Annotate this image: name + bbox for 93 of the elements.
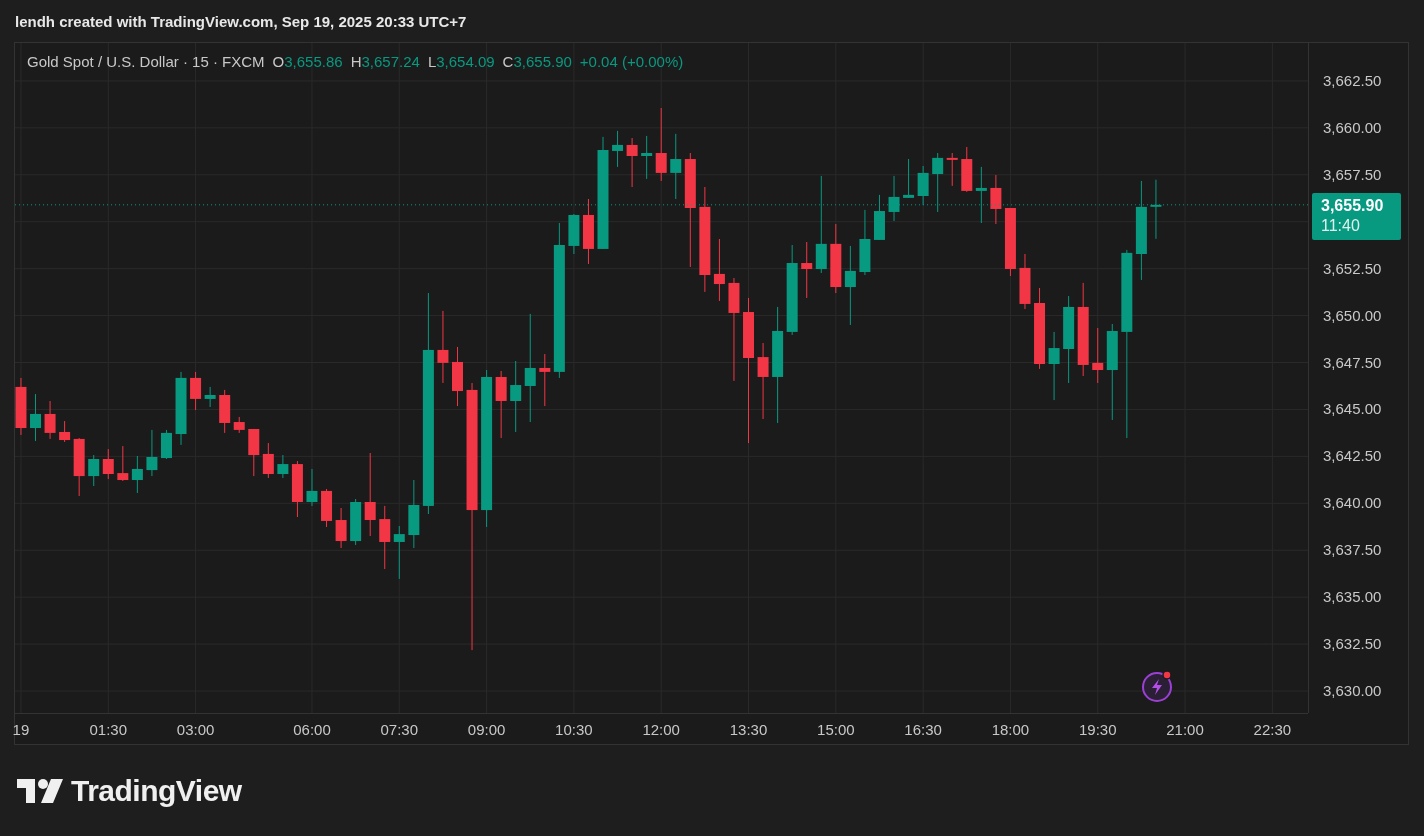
price-axis-label: 3,660.00 <box>1323 118 1382 136</box>
candlestick <box>641 135 653 180</box>
candlestick <box>350 498 362 546</box>
candlestick <box>1150 179 1162 240</box>
time-axis-label: 18:00 <box>991 721 1030 738</box>
attribution-text: lendh created with TradingView.com, Sep 19, 2025 20:33 UTC+7 <box>15 12 467 30</box>
candlestick <box>102 448 114 480</box>
candlestick <box>219 389 231 434</box>
candlestick <box>539 353 551 407</box>
lightning-icon[interactable] <box>1141 669 1175 703</box>
candlestick <box>888 175 900 222</box>
candlestick <box>495 370 507 439</box>
candlestick <box>190 371 202 411</box>
logo-icon <box>17 778 65 803</box>
time-axis-label: 03:00 <box>176 721 215 738</box>
time-axis-label: 10:30 <box>555 721 593 738</box>
price-axis-label: 3,640.00 <box>1323 494 1382 512</box>
candlestick <box>204 386 216 408</box>
candlestick <box>146 429 158 477</box>
candlestick <box>568 213 580 255</box>
price-axis-label: 3,630.00 <box>1323 682 1382 700</box>
time-axis-label: 09:00 <box>467 721 506 738</box>
time-axis-label: 13:30 <box>729 721 768 738</box>
time-axis-label: 06:00 <box>293 721 331 738</box>
time-axis-label: 07:30 <box>380 721 419 738</box>
candlestick <box>1004 207 1016 277</box>
candlestick <box>321 488 333 528</box>
price-axis-label: 3,635.00 <box>1323 588 1382 606</box>
candlestick <box>713 238 725 302</box>
candlestick <box>30 393 41 442</box>
candlestick <box>626 137 638 188</box>
candlestick <box>248 428 260 477</box>
candlestick <box>59 420 71 443</box>
ohlc-value: L3,654.09 <box>427 53 495 70</box>
price-axis-label: 3,632.50 <box>1323 635 1382 653</box>
candlestick <box>975 166 987 224</box>
symbol-title: Gold Spot / U.S. Dollar · 15 · FXCM <box>27 53 265 70</box>
price-change: +0.04 (+0.00%) <box>579 53 684 70</box>
ohlc-value: H3,657.24 <box>350 53 420 70</box>
candlestick <box>1048 331 1060 401</box>
candlestick <box>408 479 420 549</box>
candlestick <box>612 130 624 168</box>
price-axis-label: 3,645.00 <box>1323 400 1382 418</box>
time-axis-label: 22:30 <box>1253 721 1292 738</box>
candlestick <box>277 454 289 479</box>
candlestick <box>379 505 391 570</box>
time-axis-label: 15:00 <box>817 721 855 738</box>
price-axis-label: 3,647.50 <box>1323 353 1382 371</box>
candlestick <box>670 133 682 200</box>
ohlc-value: C3,655.90 <box>502 53 572 70</box>
candlestick <box>990 174 1002 225</box>
candlestick <box>946 152 958 187</box>
candlestick <box>903 158 915 199</box>
candlestick <box>15 377 27 436</box>
candlestick <box>393 525 405 580</box>
candlestick <box>306 468 318 507</box>
candlestick <box>582 198 594 265</box>
candlestick <box>88 454 100 487</box>
candlestick <box>830 223 842 294</box>
candlestick <box>131 455 143 494</box>
price-axis-label: 3,642.50 <box>1323 447 1382 465</box>
candlestick <box>233 416 245 434</box>
candlestick <box>161 429 172 460</box>
candlestick <box>117 445 129 482</box>
price-axis-label: 3,662.50 <box>1323 71 1382 89</box>
current-price-text: 3,655.90 <box>1321 195 1385 216</box>
time-axis-label: 21:00 <box>1166 721 1204 738</box>
candlestick <box>73 437 85 497</box>
candlestick <box>873 194 885 241</box>
candlestick <box>452 346 463 407</box>
candlestick <box>917 165 929 206</box>
candlestick <box>291 460 303 518</box>
time-axis-label: 12:00 <box>642 721 680 738</box>
candlestick <box>1019 253 1031 310</box>
countdown-text: 11:40 <box>1321 215 1361 236</box>
candlestick <box>801 241 813 299</box>
candlestick <box>961 146 973 193</box>
price-axis-label: 3,652.50 <box>1323 259 1382 277</box>
price-axis-label: 3,650.00 <box>1323 306 1382 324</box>
candlestick <box>932 152 944 213</box>
candlestick <box>262 442 274 479</box>
time-axis-label: 19:30 <box>1078 721 1117 738</box>
candlestick <box>1092 327 1104 384</box>
candlestick <box>44 400 56 440</box>
price-axis-label: 3,637.50 <box>1323 541 1382 559</box>
time-axis-label: 16:30 <box>904 721 942 738</box>
candlestick <box>335 507 347 549</box>
candlestick <box>859 209 871 276</box>
ohlc-value: O3,655.86 <box>272 53 343 70</box>
brand-name: TradingView <box>71 773 242 808</box>
time-axis-label: 19 <box>12 721 30 738</box>
price-axis-label: 3,657.50 <box>1323 165 1382 183</box>
time-axis-label: 01:30 <box>89 721 128 738</box>
